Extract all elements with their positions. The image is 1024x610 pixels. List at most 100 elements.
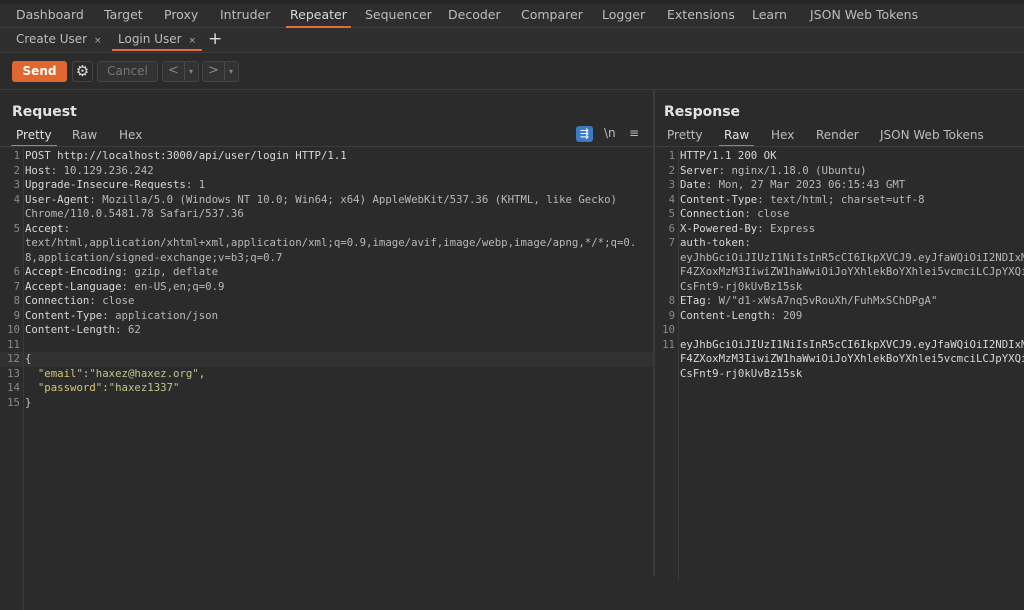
- code-line: 2 Server: nginx/1.18.0 (Ubuntu): [655, 163, 1024, 179]
- code-token: CsFnt9-rj0kUvBz15sk: [680, 366, 803, 380]
- gutter: [678, 250, 679, 265]
- code-line: 4 User-Agent: Mozilla/5.0 (Windows NT 10.…: [0, 192, 653, 207]
- gutter: [23, 236, 24, 251]
- code-token: : Express: [757, 221, 816, 235]
- code-token: Chrome/110.0.5481.78 Safari/537.36: [25, 207, 244, 220]
- code-line: 3 Upgrade-Insecure-Requests: 1: [0, 178, 653, 193]
- line-number: 4: [13, 192, 20, 206]
- nav-tab-proxy[interactable]: Proxy: [160, 7, 202, 26]
- nav-tab-sequencer[interactable]: Sequencer: [361, 7, 436, 26]
- code-line: 13 "email":"haxez@haxez.org",: [0, 366, 653, 381]
- nav-tab-json-web-tokens[interactable]: JSON Web Tokens: [806, 7, 922, 26]
- code-token: POST http://localhost:3000/api/user/logi…: [25, 149, 347, 162]
- nav-tab-comparer[interactable]: Comparer: [517, 7, 587, 26]
- tab-login-user[interactable]: Login User ×: [112, 32, 203, 51]
- gutter: [678, 265, 679, 280]
- code-line: 11: [0, 337, 653, 352]
- nav-tab-learn[interactable]: Learn: [748, 7, 791, 26]
- nav-tab-target[interactable]: Target: [100, 7, 147, 26]
- request-tab-raw[interactable]: Raw: [67, 128, 102, 145]
- divider: [655, 146, 1024, 147]
- gutter: [23, 192, 24, 207]
- line-number: 14: [7, 381, 20, 394]
- response-tab-raw[interactable]: Raw: [719, 128, 755, 147]
- send-button[interactable]: Send: [12, 61, 67, 82]
- code-line: 6 Accept-Encoding: gzip, deflate: [0, 265, 653, 280]
- line-number: 7: [668, 236, 675, 249]
- code-token: Server: [680, 163, 719, 177]
- response-tab-json-web-tokens[interactable]: JSON Web Tokens: [875, 128, 989, 145]
- line-number: 10: [7, 323, 20, 336]
- code-line: 5 Accept:: [0, 221, 653, 237]
- cancel-button[interactable]: Cancel: [97, 61, 158, 82]
- tab-create-user[interactable]: Create User ×: [10, 32, 108, 49]
- previous-request-button[interactable]: < ▾: [162, 61, 199, 82]
- request-tab-hex[interactable]: Hex: [114, 128, 147, 145]
- response-editor[interactable]: 1 HTTP/1.1 200 OK 2 Server: nginx/1.18.0 (U…: [655, 149, 1024, 581]
- close-icon[interactable]: ×: [189, 36, 197, 46]
- code-token: Connection: [25, 294, 90, 307]
- line-text: F4ZXoxMzM3IiwiZW1haWwiOiJoYXhlekBoYXhlei…: [680, 265, 1024, 280]
- line-text: Server: nginx/1.18.0 (Ubuntu): [680, 164, 867, 179]
- code-token: : text/html; charset=utf-8: [757, 192, 925, 206]
- response-tab-hex[interactable]: Hex: [766, 128, 799, 145]
- gutter: [23, 163, 24, 178]
- line-number: 2: [13, 163, 20, 177]
- menu-icon[interactable]: ≡: [629, 126, 639, 140]
- chevron-right-icon[interactable]: >: [203, 62, 225, 80]
- gutter: [23, 352, 24, 367]
- chevron-down-icon[interactable]: ▾: [185, 63, 197, 81]
- code-token: Connection: [680, 207, 745, 220]
- divider: [0, 146, 652, 147]
- response-tab-render[interactable]: Render: [811, 128, 864, 145]
- request-tab-pretty[interactable]: Pretty: [11, 128, 57, 147]
- code-token: Content-Length: [25, 323, 116, 336]
- next-request-button[interactable]: > ▾: [202, 61, 239, 82]
- line-text: Content-Length: 62: [25, 323, 141, 338]
- wrap-lines-icon[interactable]: ⇶: [576, 126, 593, 142]
- nav-tab-extensions[interactable]: Extensions: [663, 7, 739, 26]
- line-number: 6: [13, 265, 20, 278]
- code-token: ,: [198, 366, 206, 380]
- response-tab-pretty[interactable]: Pretty: [662, 128, 708, 145]
- code-token: :: [63, 221, 71, 235]
- nav-tab-decoder[interactable]: Decoder: [444, 7, 505, 26]
- gutter: [678, 294, 679, 309]
- code-line: 9 Content-Length: 209: [655, 308, 1024, 324]
- close-icon[interactable]: ×: [94, 36, 102, 46]
- line-number: 11: [7, 337, 20, 351]
- line-number: 9: [668, 308, 675, 322]
- code-line: 8 ETag: W/"d1-xWsA7nq5vRouXh/FuhMxSChDPgA…: [655, 294, 1024, 309]
- chevron-left-icon[interactable]: <: [163, 62, 185, 80]
- code-token: : en-US,en;q=0.9: [121, 279, 225, 293]
- line-number: 10: [662, 323, 675, 336]
- code-line: 15}: [0, 395, 653, 410]
- code-token: : W/"d1-xWsA7nq5vRouXh/FuhMxSChDPgA": [705, 294, 938, 307]
- line-text: Content-Length: 209: [680, 309, 802, 324]
- code-token: : close: [744, 207, 790, 220]
- gear-icon[interactable]: ⚙: [72, 61, 93, 82]
- code-line: F4ZXoxMzM3IiwiZW1haWwiOiJoYXhlekBoYXhlei…: [655, 265, 1024, 280]
- request-editor[interactable]: 1 POST http://localhost:3000/api/user/log…: [0, 149, 653, 610]
- code-line: Chrome/110.0.5481.78 Safari/537.36: [0, 207, 653, 222]
- nav-tab-logger[interactable]: Logger: [598, 7, 649, 26]
- code-token: Accept-Language: [25, 279, 122, 293]
- code-token: "password": [37, 381, 103, 394]
- nav-tab-intruder[interactable]: Intruder: [216, 7, 274, 26]
- code-line: CsFnt9-rj0kUvBz15sk: [655, 366, 1024, 381]
- code-token: Date: [680, 178, 706, 191]
- nav-tab-dashboard[interactable]: Dashboard: [12, 7, 88, 26]
- add-tab-button[interactable]: +: [208, 29, 222, 49]
- newline-icon[interactable]: \n: [604, 126, 616, 140]
- line-text: Connection: close: [25, 294, 134, 309]
- gutter: [23, 381, 24, 396]
- code-token: : 209: [770, 308, 803, 322]
- chevron-down-icon[interactable]: ▾: [225, 63, 237, 81]
- nav-tab-repeater[interactable]: Repeater: [286, 7, 351, 28]
- repeater-tabs: Create User × Login User × +: [0, 28, 1024, 53]
- line-text: Content-Type: text/html; charset=utf-8: [680, 193, 925, 208]
- line-text: Accept:: [25, 222, 70, 237]
- gutter: [23, 279, 24, 294]
